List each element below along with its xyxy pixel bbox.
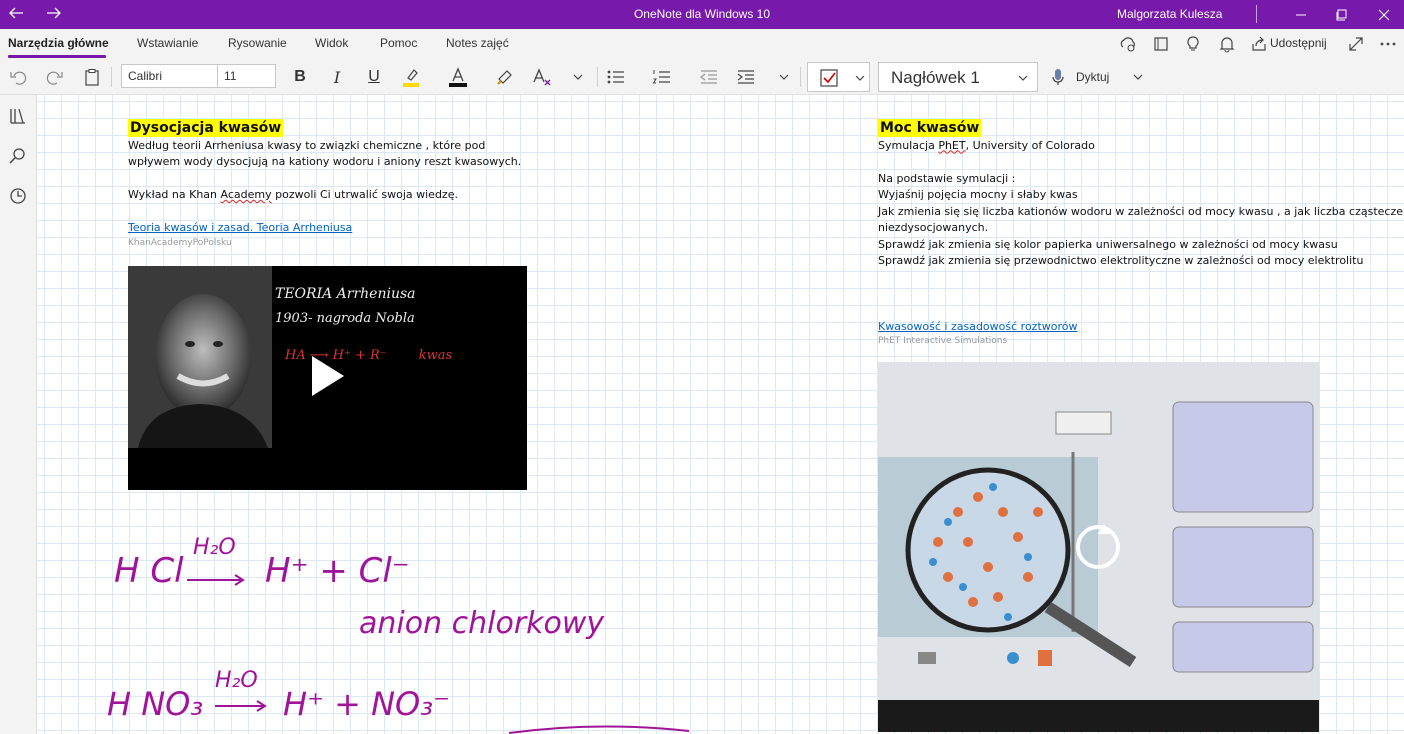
note-container-right[interactable]: Moc kwasów Symulacja PhET, University of… xyxy=(878,119,1404,347)
chevron-down-icon[interactable] xyxy=(570,65,586,89)
search-icon[interactable] xyxy=(7,145,29,167)
link-source: PhET Interactive Simulations xyxy=(878,336,1008,346)
italic-button[interactable]: I xyxy=(327,65,347,89)
font-color-icon[interactable] xyxy=(447,65,469,89)
tab-draw[interactable]: Rysowanie xyxy=(228,36,287,50)
text-span: , University of Colorado xyxy=(965,138,1095,152)
tab-home[interactable]: Narzędzia główne xyxy=(8,36,109,50)
ink-equation-hno3-left[interactable]: H NO₃ xyxy=(107,685,203,723)
numbered-list-icon[interactable] xyxy=(652,65,672,89)
lightbulb-icon[interactable] xyxy=(1183,34,1203,54)
share-icon[interactable] xyxy=(1249,34,1269,54)
phet-link[interactable]: Kwasowość i zasadowość roztworów xyxy=(878,319,1404,336)
simulation-thumbnail xyxy=(878,362,1319,732)
microphone-icon[interactable] xyxy=(1050,65,1066,89)
text-span: Symulacja xyxy=(878,138,939,152)
note-text: niezdysocjowanych. xyxy=(878,221,989,234)
notebook-icon[interactable] xyxy=(1151,34,1171,54)
text-span: Wykład na Khan xyxy=(128,188,221,201)
note-canvas[interactable]: Dysocjacja kwasów Według teorii Arrheniu… xyxy=(37,95,1404,734)
tab-help[interactable]: Pomoc xyxy=(380,36,417,50)
clipboard-icon[interactable] xyxy=(82,65,102,89)
sync-icon[interactable] xyxy=(1118,34,1138,54)
active-tab-indicator xyxy=(8,55,106,58)
formatting-toolbar: Calibri 11 B I U Nagłówek 1 Dyktuj xyxy=(0,59,1404,95)
board-label: kwas xyxy=(418,348,453,363)
tab-insert[interactable]: Wstawianie xyxy=(137,36,198,50)
note-title-left: Dysocjacja kwasów xyxy=(128,119,284,137)
ink-equation-hcl-left[interactable]: H Cl xyxy=(114,551,184,591)
toolbar-divider xyxy=(111,67,112,87)
more-options-icon[interactable] xyxy=(1378,34,1398,54)
undo-icon[interactable] xyxy=(8,65,28,89)
simulation-embed[interactable] xyxy=(878,362,1319,732)
format-painter-icon[interactable] xyxy=(495,65,515,89)
note-text: Sprawdź jak zmienia się kolor papierka u… xyxy=(878,237,1338,251)
increase-indent-icon[interactable] xyxy=(736,65,756,89)
minimize-button[interactable] xyxy=(1281,0,1321,29)
paragraph-style-select[interactable]: Nagłówek 1 xyxy=(878,62,1038,92)
note-container-left[interactable]: Dysocjacja kwasów Według teorii Arrheniu… xyxy=(128,119,548,249)
chevron-down-icon[interactable] xyxy=(854,72,866,84)
khan-link[interactable]: Teoria kwasów i zasad. Teoria Arrheniusa xyxy=(128,220,548,237)
recent-notes-icon[interactable] xyxy=(7,185,29,207)
maximize-button[interactable] xyxy=(1322,0,1362,29)
close-button[interactable] xyxy=(1364,0,1404,29)
user-name[interactable]: Malgorzata Kulesza xyxy=(1117,7,1222,21)
note-text: Wyjaśnij pojęcia mocny i słaby kwas xyxy=(878,188,1078,201)
video-embed[interactable]: TEORIA Arrheniusa 1903- nagroda Nobla HA… xyxy=(128,266,527,490)
font-name-field[interactable]: Calibri xyxy=(121,64,218,88)
titlebar-divider xyxy=(1256,5,1257,23)
ink-arrow[interactable] xyxy=(213,699,269,713)
tag-todo-button[interactable] xyxy=(807,62,870,92)
underline-button[interactable]: U xyxy=(364,65,384,89)
bell-icon[interactable] xyxy=(1217,34,1237,54)
bullet-list-icon[interactable] xyxy=(606,65,626,89)
ribbon-tabs: Narzędzia główne Wstawianie Rysowanie Wi… xyxy=(0,29,1404,59)
ink-equation-hcl-over[interactable]: H₂O xyxy=(193,535,236,560)
dictate-button[interactable]: Dyktuj xyxy=(1076,65,1109,89)
expand-icon[interactable] xyxy=(1346,34,1366,54)
bold-button[interactable]: B xyxy=(290,65,310,89)
ink-equation-hno3-right[interactable]: H⁺ + NO₃⁻ xyxy=(283,685,450,723)
decrease-indent-icon[interactable] xyxy=(699,65,719,89)
video-board-text: TEORIA Arrheniusa xyxy=(275,286,416,302)
text-span: pozwoli Ci utrwalić swoja wiedzę. xyxy=(271,188,458,201)
title-bar: OneNote dla Windows 10 Malgorzata Kulesz… xyxy=(0,0,1404,29)
video-board-text: 1903- nagroda Nobla xyxy=(275,311,415,326)
chevron-down-icon[interactable] xyxy=(1130,65,1146,89)
note-text: Wykład na Khan Academy pozwoli Ci utrwal… xyxy=(128,187,548,204)
toolbar-divider xyxy=(800,67,801,87)
chevron-down-icon xyxy=(1018,75,1028,81)
ink-equation-hcl-right[interactable]: H⁺ + Cl⁻ xyxy=(265,551,410,591)
misspelled-word: Academy xyxy=(220,188,272,201)
link-source: KhanAcademyPoPolsku xyxy=(128,237,232,248)
share-button[interactable]: Udostępnij xyxy=(1270,36,1327,50)
note-text: Według teorii Arrheniusa kwasy to związk… xyxy=(128,138,486,152)
ink-arrow[interactable] xyxy=(185,573,247,587)
left-sidebar xyxy=(0,95,37,734)
note-text: Jak zmienia się się liczba kationów wodo… xyxy=(878,204,1404,218)
note-text: wpływem wody dysocjują na kationy wodoru… xyxy=(128,155,522,168)
misspelled-word: PhET xyxy=(938,138,966,152)
paragraph-style-value: Nagłówek 1 xyxy=(891,68,980,87)
play-icon[interactable] xyxy=(308,354,348,398)
chevron-down-icon[interactable] xyxy=(776,65,792,89)
tab-class-notebook[interactable]: Notes zajęć xyxy=(446,36,509,50)
tab-view[interactable]: Widok xyxy=(315,36,348,50)
note-text: Na podstawie symulacji : xyxy=(878,171,1016,185)
note-text: Sprawdź jak zmienia się przewodnictwo el… xyxy=(878,254,1364,267)
highlighter-icon[interactable] xyxy=(400,65,422,89)
ink-stroke[interactable] xyxy=(507,723,697,734)
toolbar-divider xyxy=(597,67,598,87)
note-text: Symulacja PhET, University of Colorado xyxy=(878,138,1404,155)
redo-icon[interactable] xyxy=(45,65,65,89)
onenote-window: OneNote dla Windows 10 Malgorzata Kulesz… xyxy=(0,0,1404,734)
font-size-field[interactable]: 11 xyxy=(217,64,276,88)
note-title-right: Moc kwasów xyxy=(878,119,982,137)
ink-equation-hno3-over[interactable]: H₂O xyxy=(215,668,258,693)
clear-formatting-icon[interactable] xyxy=(531,65,553,89)
notebooks-icon[interactable] xyxy=(7,105,29,127)
ink-note-anion[interactable]: anion chlorkowy xyxy=(359,606,604,641)
